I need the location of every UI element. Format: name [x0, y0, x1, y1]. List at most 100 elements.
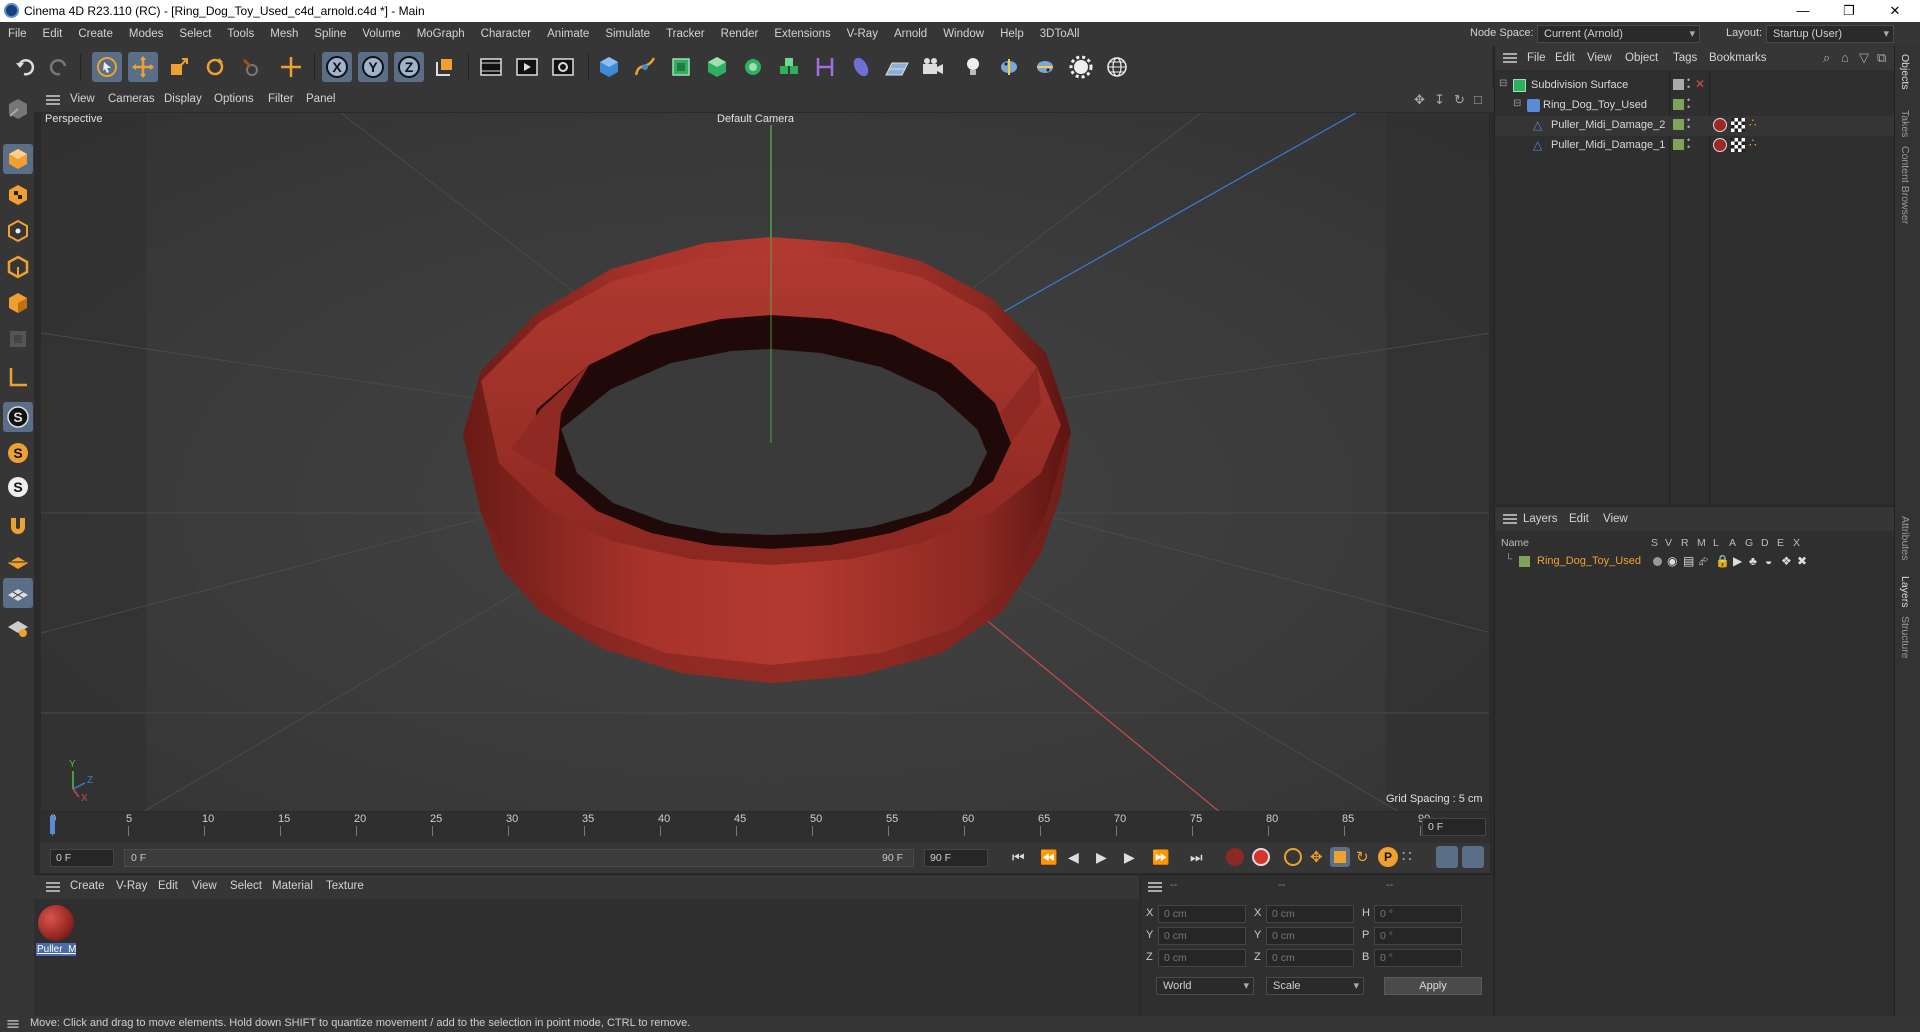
next-key-icon[interactable]: ⏩: [1152, 849, 1169, 866]
extrude-generator-icon[interactable]: [702, 52, 732, 82]
workplane-snap-icon[interactable]: S: [3, 472, 33, 502]
object-menu-tags[interactable]: Tags: [1673, 52, 1697, 64]
workplane-icon[interactable]: [3, 546, 33, 576]
viewport-rotate-icon[interactable]: ↻: [1454, 92, 1465, 108]
camera-icon[interactable]: [918, 52, 948, 82]
snap-s-icon[interactable]: S: [3, 402, 33, 432]
points-mode-icon[interactable]: [3, 216, 33, 246]
render-settings-icon[interactable]: [548, 52, 578, 82]
menu-v-ray[interactable]: V-Ray: [839, 28, 886, 40]
go-to-end-icon[interactable]: ⏭: [1190, 849, 1203, 866]
coord-value-field[interactable]: 0 cm: [1266, 905, 1354, 923]
coord-value-field[interactable]: 0 cm: [1266, 949, 1354, 967]
light-bulb-icon[interactable]: [958, 52, 988, 82]
menu-tools[interactable]: Tools: [219, 28, 262, 40]
apply-button[interactable]: Apply: [1384, 977, 1482, 995]
object-filter-icon[interactable]: ▽: [1859, 50, 1869, 66]
floor-scene-icon[interactable]: [882, 52, 912, 82]
viewport-menu-hamburger-icon[interactable]: [46, 95, 60, 105]
material-tag-icon[interactable]: [1713, 138, 1727, 152]
status-menu-icon[interactable]: [7, 1020, 19, 1028]
object-menu-bookmarks[interactable]: Bookmarks: [1709, 52, 1767, 64]
layer-solo-icon[interactable]: [1653, 557, 1662, 566]
minimize-button[interactable]: —: [1780, 0, 1826, 22]
phong-tag-icon[interactable]: ∴: [1749, 116, 1757, 130]
object-menu-object[interactable]: Object: [1625, 52, 1658, 64]
layer-visible-eye-icon[interactable]: ◉: [1667, 554, 1677, 568]
menu-character[interactable]: Character: [473, 28, 540, 40]
coord-value-field[interactable]: 0 cm: [1266, 927, 1354, 945]
object-menu-view[interactable]: View: [1587, 52, 1612, 64]
render-view-icon[interactable]: [512, 52, 542, 82]
default-camera-label[interactable]: Default Camera: [717, 113, 795, 125]
key-parameter-icon[interactable]: P: [1378, 847, 1398, 867]
menu-modes[interactable]: Modes: [121, 28, 172, 40]
magnet-tool-icon[interactable]: [3, 510, 33, 540]
z-axis-lock-icon[interactable]: Z: [394, 52, 424, 82]
object-new-window-icon[interactable]: ⧉: [1877, 50, 1886, 66]
material-menu-create[interactable]: Create: [70, 880, 105, 892]
layer-render-icon[interactable]: ▤: [1683, 554, 1694, 568]
coord-value-field[interactable]: 0 °: [1374, 949, 1462, 967]
coord-value-field[interactable]: 0 °: [1374, 905, 1462, 923]
coord-value-field[interactable]: 0 cm: [1158, 905, 1246, 923]
menu-3dtoall[interactable]: 3DToAll: [1032, 28, 1088, 40]
python-script-icon[interactable]: [994, 52, 1024, 82]
tab-takes[interactable]: Takes: [1899, 110, 1911, 137]
key-selection-icon[interactable]: [1284, 848, 1302, 866]
material-menu-vray[interactable]: V-Ray: [116, 880, 147, 892]
menu-arnold[interactable]: Arnold: [886, 28, 935, 40]
tab-content-browser[interactable]: Content Browser: [1899, 146, 1911, 224]
layer-manager-icon[interactable]: ⮳: [1699, 554, 1709, 569]
move-tool-icon[interactable]: [128, 52, 158, 82]
rotate-tool-icon[interactable]: [200, 52, 230, 82]
model-mode-icon[interactable]: [3, 94, 33, 124]
viewport-maximize-icon[interactable]: □: [1474, 92, 1482, 107]
menu-extensions[interactable]: Extensions: [766, 28, 838, 40]
cloner-icon[interactable]: [738, 52, 768, 82]
disabled-x-icon[interactable]: ✕: [1695, 77, 1705, 91]
tab-attributes[interactable]: Attributes: [1899, 516, 1911, 560]
collapse-toggle-icon[interactable]: ⊟: [1499, 78, 1507, 89]
visibility-dots-icon[interactable]: • •: [1687, 136, 1690, 152]
viewport-menu-filter[interactable]: Filter: [268, 93, 294, 105]
auto-keying-icon[interactable]: [1252, 848, 1270, 866]
previous-frame-icon[interactable]: ◀: [1068, 849, 1079, 866]
menu-volume[interactable]: Volume: [354, 28, 408, 40]
menu-spline[interactable]: Spline: [306, 28, 354, 40]
world-axis-icon[interactable]: [276, 52, 306, 82]
3d-viewport[interactable]: Perspective Default Camera Grid Spacing …: [40, 112, 1490, 812]
enable-checkmark-icon[interactable]: [1673, 79, 1684, 90]
record-keys-icon[interactable]: [1226, 848, 1244, 866]
menu-select[interactable]: Select: [171, 28, 219, 40]
layer-deformers-icon[interactable]: ◒: [1765, 554, 1772, 568]
maximize-button[interactable]: ❐: [1826, 0, 1872, 22]
redo-icon[interactable]: [44, 52, 74, 82]
menu-mesh[interactable]: Mesh: [262, 28, 306, 40]
previous-key-icon[interactable]: ⏪: [1040, 849, 1057, 866]
menu-create[interactable]: Create: [70, 28, 121, 40]
polygons-mode-icon[interactable]: [3, 288, 33, 318]
globe-icon[interactable]: [1102, 52, 1132, 82]
material-menu-edit[interactable]: Edit: [158, 880, 178, 892]
object-search-icon[interactable]: ⌕: [1823, 50, 1830, 66]
menu-help[interactable]: Help: [992, 28, 1032, 40]
tab-objects[interactable]: Objects: [1899, 54, 1911, 90]
visibility-dots-icon[interactable]: • •: [1687, 96, 1690, 112]
pen-spline-icon[interactable]: [630, 52, 660, 82]
layer-color-swatch[interactable]: [1519, 556, 1530, 567]
object-home-icon[interactable]: ⌂: [1841, 50, 1849, 65]
material-menu-hamburger-icon[interactable]: [46, 882, 60, 892]
phong-tag-icon[interactable]: ∴: [1749, 136, 1757, 150]
select-cursor-icon[interactable]: [92, 52, 122, 82]
menu-window[interactable]: Window: [935, 28, 992, 40]
viewport-menu-view[interactable]: View: [70, 93, 95, 105]
deformer-bend-icon[interactable]: [810, 52, 840, 82]
axis-tool-icon[interactable]: [3, 362, 33, 392]
menu-render[interactable]: Render: [713, 28, 767, 40]
coordinate-mode-select[interactable]: World: [1156, 977, 1254, 995]
grid-workplane-icon[interactable]: [3, 578, 33, 608]
viewport-menu-display[interactable]: Display: [164, 93, 202, 105]
layer-generators-icon[interactable]: ♣: [1749, 554, 1757, 568]
menu-mograph[interactable]: MoGraph: [409, 28, 473, 40]
